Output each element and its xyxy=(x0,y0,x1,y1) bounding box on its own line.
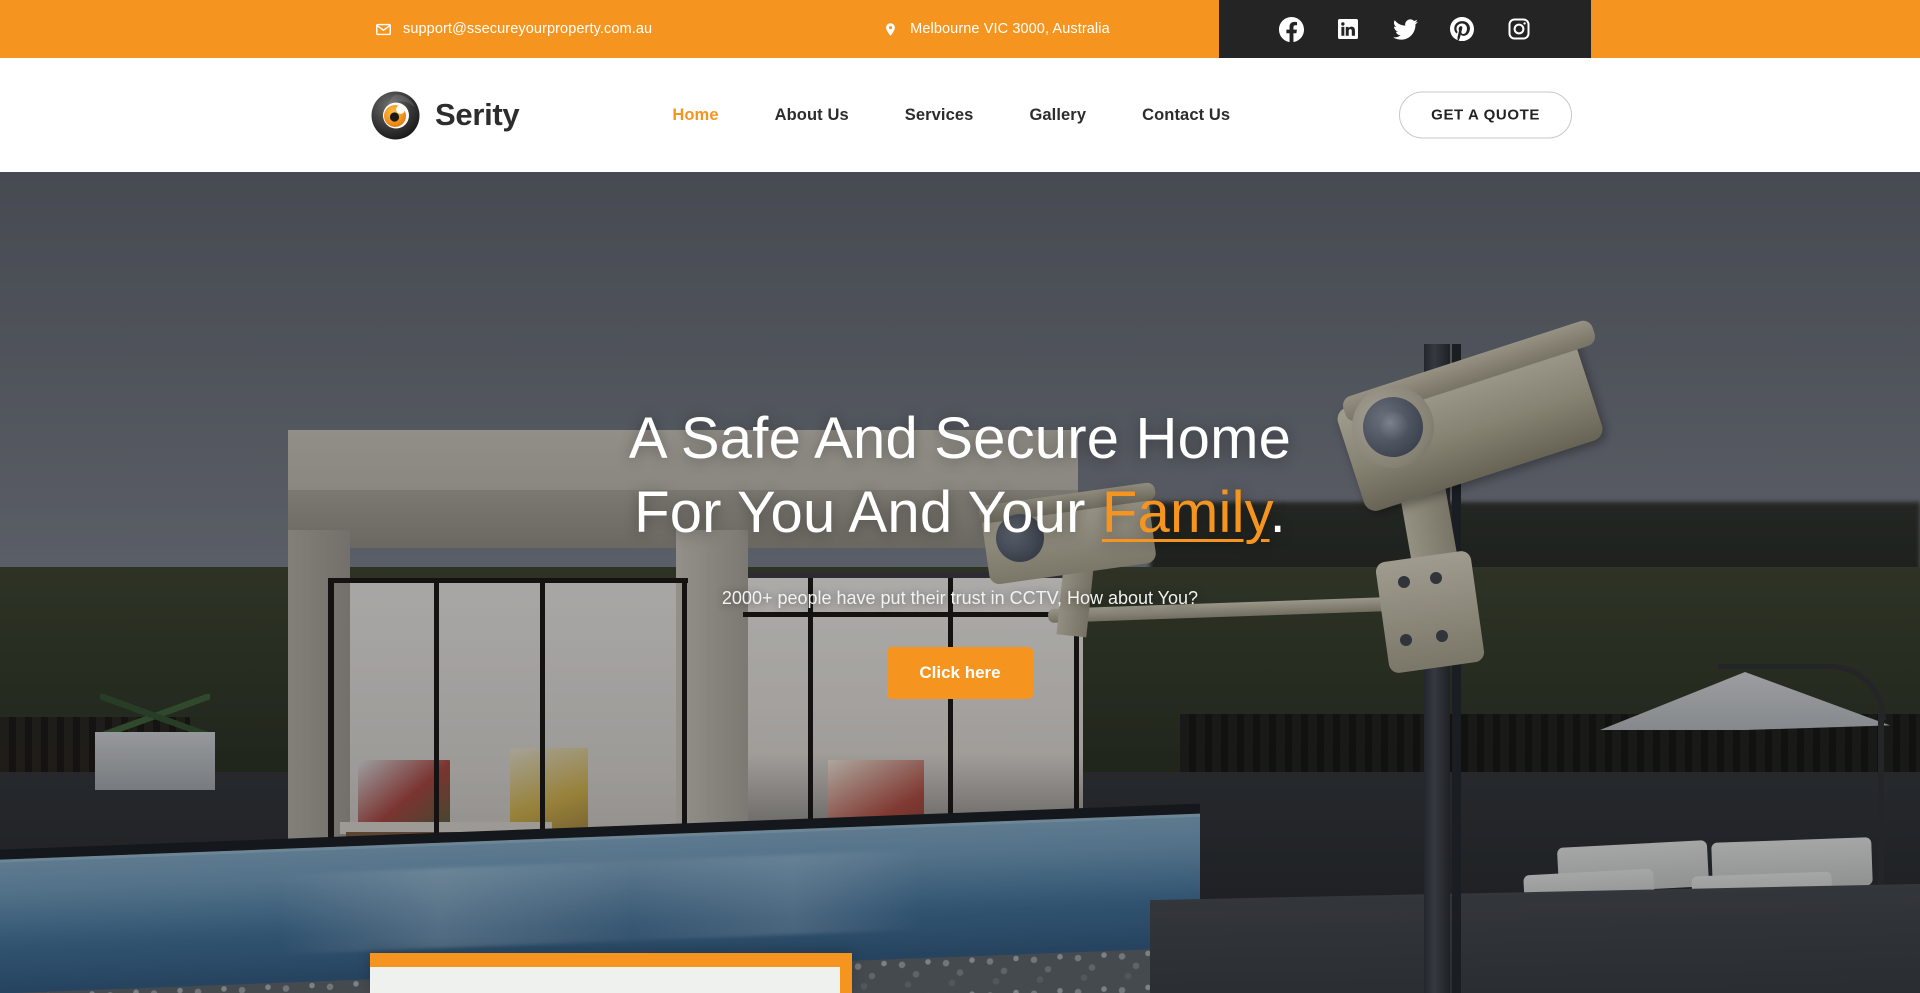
instagram-icon[interactable] xyxy=(1507,17,1532,42)
card-accent-bar xyxy=(840,967,852,993)
main-nav: Home About Us Services Gallery Contact U… xyxy=(644,106,1258,125)
map-pin-icon xyxy=(882,21,899,38)
hero-title-suffix: . xyxy=(1269,480,1286,546)
envelope-icon xyxy=(375,21,392,38)
contact-email[interactable]: support@ssecureyourproperty.com.au xyxy=(375,21,652,38)
brand-logo-link[interactable]: Serity xyxy=(370,90,520,141)
contact-email-text: support@ssecureyourproperty.com.au xyxy=(403,21,653,37)
hero-title-accent: Family xyxy=(1101,480,1270,546)
facebook-icon[interactable] xyxy=(1278,16,1304,42)
hero-section: A Safe And Secure Home For You And Your … xyxy=(0,172,1920,993)
top-contact-inner: support@ssecureyourproperty.com.au Melbo… xyxy=(0,0,1110,58)
hero-title-line-2-prefix: For You And Your xyxy=(634,480,1102,546)
nav-item-about-us[interactable]: About Us xyxy=(747,106,877,125)
site-header: Serity Home About Us Services Gallery Co… xyxy=(0,58,1920,172)
brand-name: Serity xyxy=(435,97,520,132)
contact-address[interactable]: Melbourne VIC 3000, Australia xyxy=(882,21,1110,38)
top-contact-bar: support@ssecureyourproperty.com.au Melbo… xyxy=(0,0,1920,58)
nav-item-home[interactable]: Home xyxy=(644,106,746,125)
nav-item-contact-us[interactable]: Contact Us xyxy=(1114,106,1258,125)
camera-eye-logo-icon xyxy=(370,90,421,141)
hero-content: A Safe And Secure Home For You And Your … xyxy=(0,402,1920,700)
contact-address-text: Melbourne VIC 3000, Australia xyxy=(910,21,1110,37)
twitter-icon[interactable] xyxy=(1392,17,1418,42)
hero-subtitle: 2000+ people have put their trust in CCT… xyxy=(721,588,1199,609)
hero-title-line-1: A Safe And Secure Home xyxy=(628,406,1292,471)
below-fold-card[interactable] xyxy=(370,953,852,993)
nav-item-gallery[interactable]: Gallery xyxy=(1001,106,1114,125)
pinterest-icon[interactable] xyxy=(1450,17,1475,42)
hero-cta-button[interactable]: Click here xyxy=(887,647,1033,700)
hero-title: A Safe And Secure Home For You And Your … xyxy=(40,402,1880,550)
get-a-quote-button[interactable]: GET A QUOTE xyxy=(1399,91,1572,139)
nav-item-services[interactable]: Services xyxy=(877,106,1002,125)
social-links xyxy=(1219,0,1591,58)
hero-title-line-2: For You And Your Family. xyxy=(40,476,1880,550)
linkedin-icon[interactable] xyxy=(1336,17,1361,42)
